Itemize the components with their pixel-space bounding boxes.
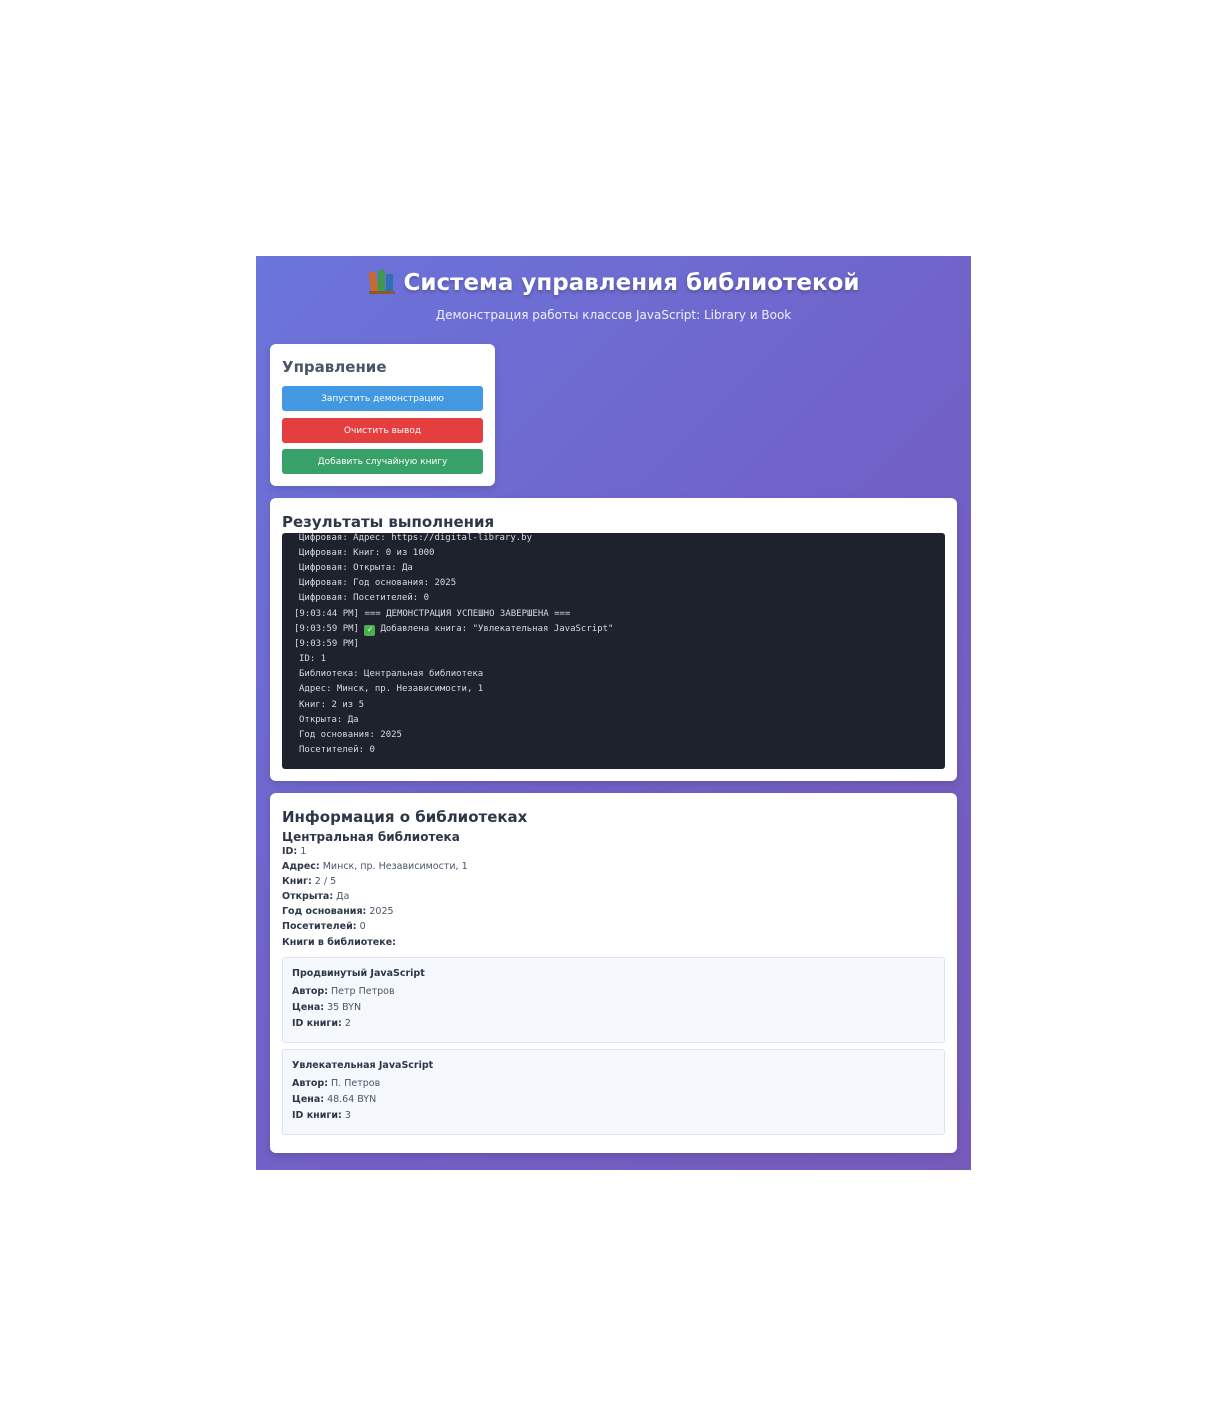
book-card: Увлекательная JavaScript Автор: П. Петро…: [282, 1049, 945, 1135]
library-prop-open: Открыта: Да: [282, 891, 349, 902]
book-author: Автор: П. Петров: [292, 1078, 381, 1089]
log-line: Адрес: Минск, пр. Независимости, 1: [299, 684, 484, 694]
log-line: Посетителей: 0: [299, 745, 375, 755]
app-container: Система управления библиотекой Демонстра…: [256, 256, 971, 1170]
prop-value: Да: [336, 891, 350, 902]
results-panel: Результаты выполнения Цифровая: Адрес: h…: [270, 498, 957, 781]
prop-value: 1: [300, 846, 307, 857]
book-title: Увлекательная JavaScript: [292, 1060, 434, 1071]
prop-key: Книг:: [282, 876, 312, 887]
library-info-panel: Информация о библиотеках Центральная биб…: [270, 793, 957, 1153]
library-prop-founded: Год основания: 2025: [282, 906, 394, 917]
book-price: Цена: 48.64 BYN: [292, 1094, 377, 1105]
library-name: Центральная библиотека: [282, 830, 460, 844]
books-list-label: Книги в библиотеке:: [282, 937, 396, 948]
library-prop-address: Адрес: Минск, пр. Независимости, 1: [282, 861, 468, 872]
library-prop-books: Книг: 2 / 5: [282, 876, 336, 887]
prop-key: Год основания:: [282, 906, 367, 917]
log-line: [9:03:44 PM] === ДЕМОНСТРАЦИЯ УСПЕШНО ЗА…: [294, 609, 571, 619]
log-line: Книг: 2 из 5: [299, 700, 365, 710]
book-id: ID книги: 2: [292, 1018, 351, 1029]
controls-heading: Управление: [282, 358, 387, 376]
log-message: Добавлена книга: "Увлекательная JavaScri…: [380, 624, 614, 634]
book-title: Продвинутый JavaScript: [292, 968, 425, 979]
log-line: Цифровая: Адрес: https://digital-library…: [299, 533, 532, 543]
check-mark-icon: ✓: [364, 625, 376, 636]
book-author: Автор: Петр Петров: [292, 986, 395, 997]
log-line: [9:03:59 PM] ✓ Добавлена книга: "Увлекате…: [294, 623, 613, 636]
log-timestamp: [9:03:59 PM]: [294, 624, 360, 634]
prop-key: ID:: [282, 846, 298, 857]
prop-value: 0: [359, 921, 366, 932]
log-line: Библиотека: Центральная библиотека: [299, 669, 484, 679]
prop-value: 2025: [369, 906, 394, 917]
prop-key: Посетителей:: [282, 921, 357, 932]
log-line: Открыта: Да: [299, 715, 359, 725]
log-line: [9:03:59 PM]: [294, 639, 360, 649]
library-prop-visitors: Посетителей: 0: [282, 921, 366, 932]
prop-value: 2 / 5: [314, 876, 337, 887]
page-subtitle: Демонстрация работы классов JavaScript: …: [435, 308, 792, 322]
output-console[interactable]: Цифровая: Адрес: https://digital-library…: [282, 533, 945, 769]
prop-value: Минск, пр. Независимости, 1: [322, 861, 468, 872]
prop-key: Адрес:: [282, 861, 320, 872]
log-line: ID: 1: [299, 654, 327, 664]
book-card: Продвинутый JavaScript Автор: Петр Петро…: [282, 957, 945, 1043]
add-random-book-button[interactable]: Добавить случайную книгу: [282, 449, 483, 474]
run-demo-button[interactable]: Запустить демонстрацию: [282, 386, 483, 411]
log-line: Цифровая: Книг: 0 из 1000: [299, 548, 435, 558]
library-prop-id: ID: 1: [282, 846, 306, 857]
log-line: Цифровая: Открыта: Да: [299, 563, 413, 573]
page-title-text: Система управления библиотекой: [403, 270, 860, 296]
controls-panel: Управление Запустить демонстрацию Очисти…: [270, 344, 495, 486]
log-line: Цифровая: Год основания: 2025: [299, 578, 457, 588]
prop-key: Открыта:: [282, 891, 334, 902]
books-icon: [368, 268, 396, 295]
book-id: ID книги: 3: [292, 1110, 351, 1121]
book-price: Цена: 35 BYN: [292, 1002, 362, 1013]
log-line: Год основания: 2025: [299, 730, 402, 740]
log-line: Цифровая: Посетителей: 0: [299, 593, 430, 603]
page-title: Система управления библиотекой: [256, 268, 971, 296]
clear-output-button[interactable]: Очистить вывод: [282, 418, 483, 443]
results-heading: Результаты выполнения: [282, 513, 495, 531]
info-heading: Информация о библиотеках: [282, 808, 528, 826]
